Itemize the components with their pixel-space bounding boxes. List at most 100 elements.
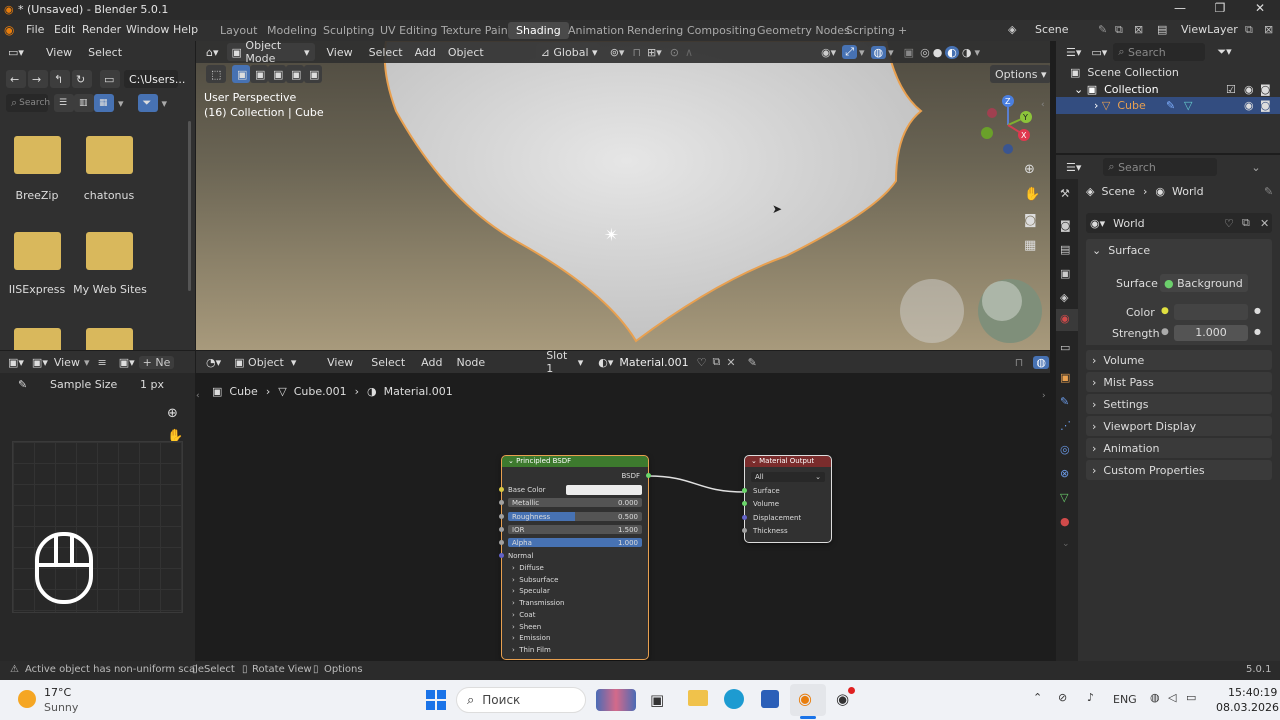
collection-tab-icon[interactable]: ▭ — [1060, 341, 1070, 354]
folder-icon[interactable] — [14, 232, 61, 270]
material-tab-icon[interactable]: ● — [1060, 515, 1070, 528]
folder-label[interactable]: My Web Sites — [70, 283, 150, 296]
camera-icon[interactable]: ◙ — [1260, 99, 1271, 112]
transmission-panel[interactable]: › Transmission — [512, 599, 564, 607]
viewport-display-panel-header[interactable]: › Viewport Display — [1086, 416, 1272, 436]
editor-type-icon[interactable]: ⌂▾ — [206, 46, 219, 59]
folder-label[interactable]: IISExpress — [4, 283, 70, 296]
world-browse-icon[interactable]: ◉▾ — [1090, 217, 1105, 230]
chevron-down-icon[interactable]: ▾ — [859, 46, 865, 59]
snap-target-icon[interactable]: ⊞▾ — [647, 46, 662, 59]
search-highlight-icon[interactable] — [596, 689, 636, 711]
app-icon[interactable]: ◉ — [836, 690, 849, 708]
thumbnail-view-icon[interactable]: ▦ — [94, 94, 114, 112]
ior-slider[interactable]: IOR 1.500 — [508, 525, 642, 534]
animation-panel-header[interactable]: › Animation — [1086, 438, 1272, 458]
mesh-data-icon[interactable]: ▽ — [1184, 99, 1192, 112]
clock-date[interactable]: 08.03.2026 — [1216, 701, 1279, 714]
tool-select-icon[interactable]: ⬚ — [206, 65, 226, 83]
color-swatch[interactable] — [1174, 304, 1248, 320]
folder-label[interactable]: chatonus — [76, 189, 142, 202]
normal-socket[interactable] — [499, 553, 504, 558]
menu-render[interactable]: Render — [82, 23, 121, 36]
tab-layout[interactable]: Layout — [212, 22, 265, 39]
select-extend-icon[interactable]: ▣ — [250, 65, 268, 83]
duplicate-icon[interactable]: ⧉ — [1242, 216, 1250, 230]
folder-icon[interactable] — [86, 232, 133, 270]
coat-panel[interactable]: › Coat — [512, 611, 535, 619]
task-view-icon[interactable]: ▣ — [650, 691, 664, 709]
3d-viewport[interactable]: ✴ ⌂▾ ▣ Object Mode ▾ View Select Add Obj… — [196, 41, 1050, 350]
light-icon[interactable]: ✴ — [604, 225, 619, 246]
sheen-panel[interactable]: › Sheen — [512, 623, 541, 631]
menu-file[interactable]: File — [26, 23, 44, 36]
navigation-gizmo[interactable]: Z Y X — [980, 91, 1040, 157]
select-subtract-icon[interactable]: ▣ — [268, 65, 286, 83]
chevron-down-icon[interactable]: ▾ — [888, 46, 894, 59]
tab-texture-paint[interactable]: Texture Paint — [433, 22, 520, 39]
file-explorer-icon[interactable] — [688, 690, 708, 706]
scene-name[interactable]: Scene — [1035, 23, 1069, 36]
output-tab-icon[interactable]: ▤ — [1060, 243, 1070, 256]
particles-tab-icon[interactable]: ⋰ — [1060, 419, 1071, 432]
subsurface-panel[interactable]: › Subsurface — [512, 576, 558, 584]
xray-icon[interactable]: ▣ — [904, 46, 914, 59]
back-icon[interactable]: ← — [6, 70, 26, 88]
weather-desc[interactable]: Sunny — [44, 701, 78, 714]
wireframe-shading-icon[interactable]: ◎ — [920, 46, 930, 59]
modifier-icon[interactable]: ✎ — [1166, 99, 1175, 112]
refresh-icon[interactable]: ↻ — [72, 70, 92, 88]
strength-socket-icon[interactable]: ● — [1161, 327, 1169, 337]
thin-film-panel[interactable]: › Thin Film — [512, 646, 551, 654]
roughness-slider[interactable]: Roughness 0.500 — [508, 512, 642, 521]
folder-editor-icon[interactable]: ▭▾ — [8, 46, 28, 59]
surface-socket[interactable] — [742, 488, 747, 493]
principled-bsdf-node[interactable]: ⌄ Principled BSDF BSDF Base Color Metall… — [499, 455, 651, 660]
delete-scene-icon[interactable]: ⊠ — [1134, 23, 1143, 36]
overlay-toggle-icon[interactable]: ◍ — [870, 45, 887, 59]
diffuse-panel[interactable]: › Diffuse — [512, 564, 544, 572]
constraints-tab-icon[interactable]: ⊗ — [1060, 467, 1069, 480]
new-image-button[interactable]: + Ne — [138, 355, 175, 369]
chevron-down-icon[interactable]: ⌄ — [1251, 161, 1260, 174]
zoom-icon[interactable]: ⊕ — [1024, 162, 1035, 177]
metallic-slider[interactable]: Metallic 0.000 — [508, 498, 642, 507]
detail-view-icon[interactable]: ▥ — [74, 94, 94, 112]
chevron-left-icon[interactable]: ‹ — [1041, 100, 1050, 114]
surface-panel-header[interactable]: ⌄ Surface — [1086, 239, 1272, 261]
object-tab-icon[interactable]: ▣ — [1060, 371, 1070, 384]
scene-tab-icon[interactable]: ◈ — [1060, 291, 1068, 304]
scrollbar[interactable] — [188, 121, 191, 291]
bsdf-output-socket[interactable] — [646, 473, 651, 478]
object-mode-dropdown[interactable]: ▣ Object Mode ▾ — [226, 41, 315, 65]
chevron-down-icon[interactable]: ⌄ — [1062, 539, 1070, 549]
new-view-layer-icon[interactable]: ⧉ — [1245, 23, 1253, 37]
camera-icon[interactable]: ◙ — [1024, 213, 1037, 228]
image-browse-icon[interactable]: ▣▾ — [119, 356, 135, 369]
properties-search-field[interactable]: ⌕ Search — [1103, 158, 1218, 176]
microphone-icon[interactable]: ♪ — [1087, 691, 1094, 704]
ior-socket[interactable] — [499, 527, 504, 532]
keyframe-dot-icon[interactable]: ● — [1254, 327, 1261, 336]
displacement-socket[interactable] — [742, 515, 747, 520]
volume-socket[interactable] — [742, 501, 747, 506]
snap-icon[interactable]: ⊓ — [632, 46, 641, 59]
volume-icon[interactable]: ◁ — [1168, 691, 1176, 704]
close-button[interactable]: ✕ — [1240, 1, 1280, 19]
mist-pass-panel-header[interactable]: › Mist Pass — [1086, 372, 1272, 392]
camera-icon[interactable]: ◙ — [1260, 83, 1271, 96]
checkbox-icon[interactable]: ☑ — [1226, 83, 1236, 96]
material-output-node[interactable]: ⌄ Material Output All ⌄ Surface Volume Di… — [742, 455, 832, 543]
solid-shading-icon[interactable]: ● — [933, 46, 943, 59]
thickness-socket[interactable] — [742, 528, 747, 533]
file-view-menu[interactable]: View — [46, 46, 72, 59]
falloff-icon[interactable]: ∧ — [685, 46, 693, 59]
alpha-slider[interactable]: Alpha 1.000 — [508, 538, 642, 547]
filter-dropdown-icon[interactable]: ▾ — [162, 97, 168, 110]
cube-mesh[interactable] — [196, 41, 1050, 350]
gizmo-toggle-icon[interactable]: ⤢ — [842, 45, 857, 59]
folder-label[interactable]: BreeZip — [4, 189, 70, 202]
grid-icon[interactable]: ▦ — [1024, 238, 1036, 253]
metallic-socket[interactable] — [499, 500, 504, 505]
hand-icon[interactable]: ✋ — [1024, 187, 1040, 202]
